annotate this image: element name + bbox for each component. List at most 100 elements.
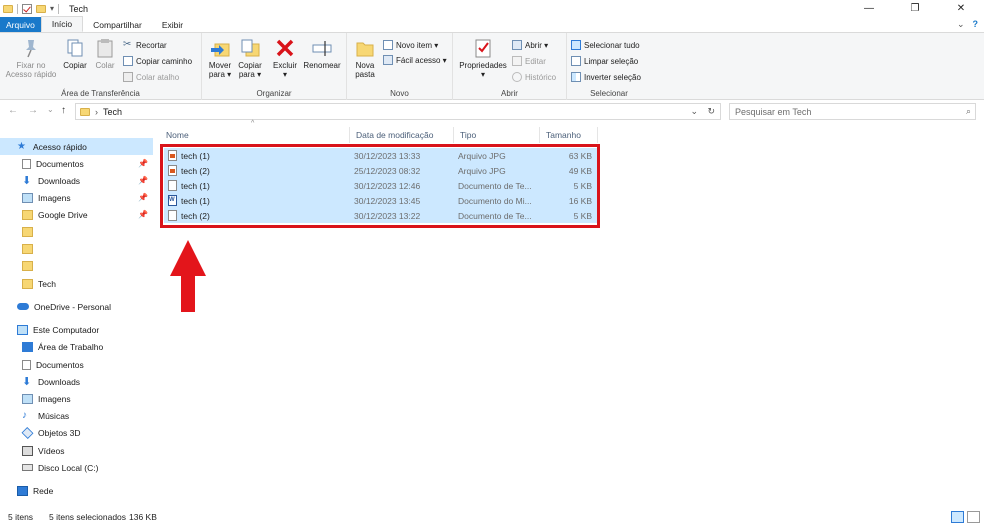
- nav-pc-item[interactable]: Objetos 3D: [0, 424, 153, 441]
- easy-access-button[interactable]: Fácil acesso ▾: [383, 53, 447, 67]
- tab-share[interactable]: Compartilhar: [83, 17, 152, 32]
- tab-view[interactable]: Exibir: [152, 17, 193, 32]
- paste-button[interactable]: Colar: [92, 37, 118, 70]
- nav-onedrive[interactable]: OneDrive - Personal: [0, 298, 153, 315]
- new-folder-button[interactable]: Nova pasta: [351, 37, 379, 79]
- folder-icon: [3, 4, 13, 13]
- customize-toolbar-icon[interactable]: ▾: [50, 4, 54, 13]
- computer-icon: [17, 324, 28, 335]
- recent-locations-icon[interactable]: ⌄: [47, 105, 54, 114]
- open-group: Propriedades ▾ Abrir ▾ Editar Histórico …: [453, 33, 567, 100]
- move-to-label: Mover para ▾: [208, 61, 232, 79]
- select-none-icon: [571, 56, 581, 66]
- up-icon[interactable]: ↑: [61, 105, 66, 116]
- nav-pc-item[interactable]: Área de Trabalho: [0, 338, 153, 355]
- rename-button[interactable]: Renomear: [302, 37, 342, 70]
- new-folder-label: Nova pasta: [355, 61, 375, 79]
- history-button[interactable]: Histórico: [512, 70, 556, 84]
- new-item-label: Novo item ▾: [396, 40, 439, 50]
- nav-quick-item[interactable]: [0, 240, 153, 257]
- invert-selection-button[interactable]: Inverter seleção: [571, 70, 641, 84]
- nav-quick-access[interactable]: ★ Acesso rápido: [0, 138, 153, 155]
- search-icon: ⌕: [965, 106, 971, 116]
- new-folder-icon[interactable]: [36, 4, 46, 13]
- edit-button[interactable]: Editar: [512, 54, 546, 68]
- properties-label: Propriedades ▾: [459, 61, 507, 79]
- nav-quick-item[interactable]: Imagens 📌: [0, 189, 153, 206]
- cut-button[interactable]: ✂ Recortar: [123, 38, 167, 52]
- column-type[interactable]: Tipo: [454, 127, 540, 143]
- close-button[interactable]: ✕: [938, 0, 984, 17]
- address-row: ← → ⌄ ↑ › Tech ⌄ ↻ Pesquisar em Tech ⌕: [0, 100, 984, 124]
- back-icon[interactable]: ←: [8, 105, 18, 116]
- copy-button[interactable]: Copiar: [60, 37, 90, 70]
- folder-icon: [80, 107, 90, 116]
- nav-pc-item[interactable]: Vídeos: [0, 442, 153, 459]
- nav-this-pc[interactable]: Este Computador: [0, 321, 153, 338]
- nav-label: Downloads: [38, 175, 81, 186]
- copy-label: Copiar: [63, 61, 87, 70]
- select-all-button[interactable]: Selecionar tudo: [571, 38, 640, 52]
- videos-icon: [22, 445, 33, 456]
- nav-pc-item[interactable]: Imagens: [0, 390, 153, 407]
- nav-quick-item[interactable]: [0, 223, 153, 240]
- delete-button[interactable]: Excluir ▾: [272, 37, 298, 79]
- download-icon: ⬇: [22, 375, 32, 388]
- copy-path-button[interactable]: Copiar caminho: [123, 54, 192, 68]
- delete-x-icon: [276, 39, 294, 57]
- large-icons-view-icon[interactable]: [967, 511, 980, 523]
- star-icon: ★: [17, 140, 26, 152]
- desktop-icon: [22, 341, 33, 352]
- nav-label: Imagens: [38, 192, 71, 203]
- nav-pc-item[interactable]: Disco Local (C:): [0, 459, 153, 476]
- pictures-icon: [22, 192, 33, 203]
- nav-quick-item[interactable]: Documentos 📌: [0, 155, 153, 172]
- scissors-icon: ✂: [123, 39, 132, 50]
- forward-icon[interactable]: →: [28, 105, 38, 116]
- tab-home[interactable]: Início: [40, 16, 84, 32]
- nav-quick-item[interactable]: Google Drive 📌: [0, 206, 153, 223]
- properties-icon[interactable]: [22, 3, 32, 14]
- copy-to-button[interactable]: Copiar para ▾: [236, 37, 264, 79]
- new-item-button[interactable]: Novo item ▾: [383, 38, 438, 52]
- properties-icon: [475, 39, 491, 58]
- highlight-box: [160, 144, 600, 228]
- restore-button[interactable]: ❐: [892, 0, 938, 17]
- address-bar[interactable]: › Tech ⌄ ↻: [75, 103, 721, 120]
- nav-pc-item[interactable]: ⬇ Downloads: [0, 373, 153, 390]
- pin-icon: 📌: [138, 159, 148, 168]
- easy-access-label: Fácil acesso ▾: [396, 55, 447, 65]
- column-date[interactable]: Data de modificação: [350, 127, 454, 143]
- status-bar: 5 itens 5 itens selecionados 136 KB: [0, 509, 984, 525]
- pin-icon: 📌: [138, 210, 148, 219]
- nav-label: Tech: [38, 278, 56, 289]
- copy-path-icon: [123, 56, 133, 66]
- navigation-pane: ★ Acesso rápido Documentos 📌 ⬇ Downloads 📌…: [0, 124, 153, 509]
- search-input[interactable]: Pesquisar em Tech ⌕: [729, 103, 976, 120]
- address-dropdown-icon[interactable]: ⌄: [690, 106, 698, 117]
- pin-quick-access-button[interactable]: Fixar no Acesso rápido: [4, 37, 58, 79]
- details-view-icon[interactable]: [951, 511, 964, 523]
- select-none-button[interactable]: Limpar seleção: [571, 54, 638, 68]
- nav-network[interactable]: Rede: [0, 482, 153, 499]
- collapse-ribbon-icon[interactable]: ⌄: [957, 19, 965, 30]
- column-name[interactable]: Nome: [160, 127, 350, 143]
- help-icon[interactable]: ?: [973, 19, 979, 30]
- nav-quick-item[interactable]: Tech: [0, 275, 153, 292]
- paste-shortcut-button[interactable]: Colar atalho: [123, 70, 179, 84]
- open-button[interactable]: Abrir ▾: [512, 38, 548, 52]
- nav-quick-item[interactable]: ⬇ Downloads 📌: [0, 172, 153, 189]
- move-to-icon: [211, 43, 230, 57]
- nav-pc-item[interactable]: ♪ Músicas: [0, 407, 153, 424]
- column-size[interactable]: Tamanho: [540, 127, 598, 143]
- paste-shortcut-label: Colar atalho: [136, 72, 180, 82]
- minimize-button[interactable]: —: [846, 0, 892, 17]
- refresh-icon[interactable]: ↻: [707, 106, 715, 117]
- folder-icon: [22, 209, 33, 220]
- nav-quick-item[interactable]: [0, 257, 153, 274]
- properties-button[interactable]: Propriedades ▾: [457, 37, 509, 79]
- cloud-icon: [17, 303, 29, 310]
- move-to-button[interactable]: Mover para ▾: [206, 37, 234, 79]
- nav-pc-item[interactable]: Documentos: [0, 356, 153, 373]
- tab-file[interactable]: Arquivo: [0, 17, 41, 32]
